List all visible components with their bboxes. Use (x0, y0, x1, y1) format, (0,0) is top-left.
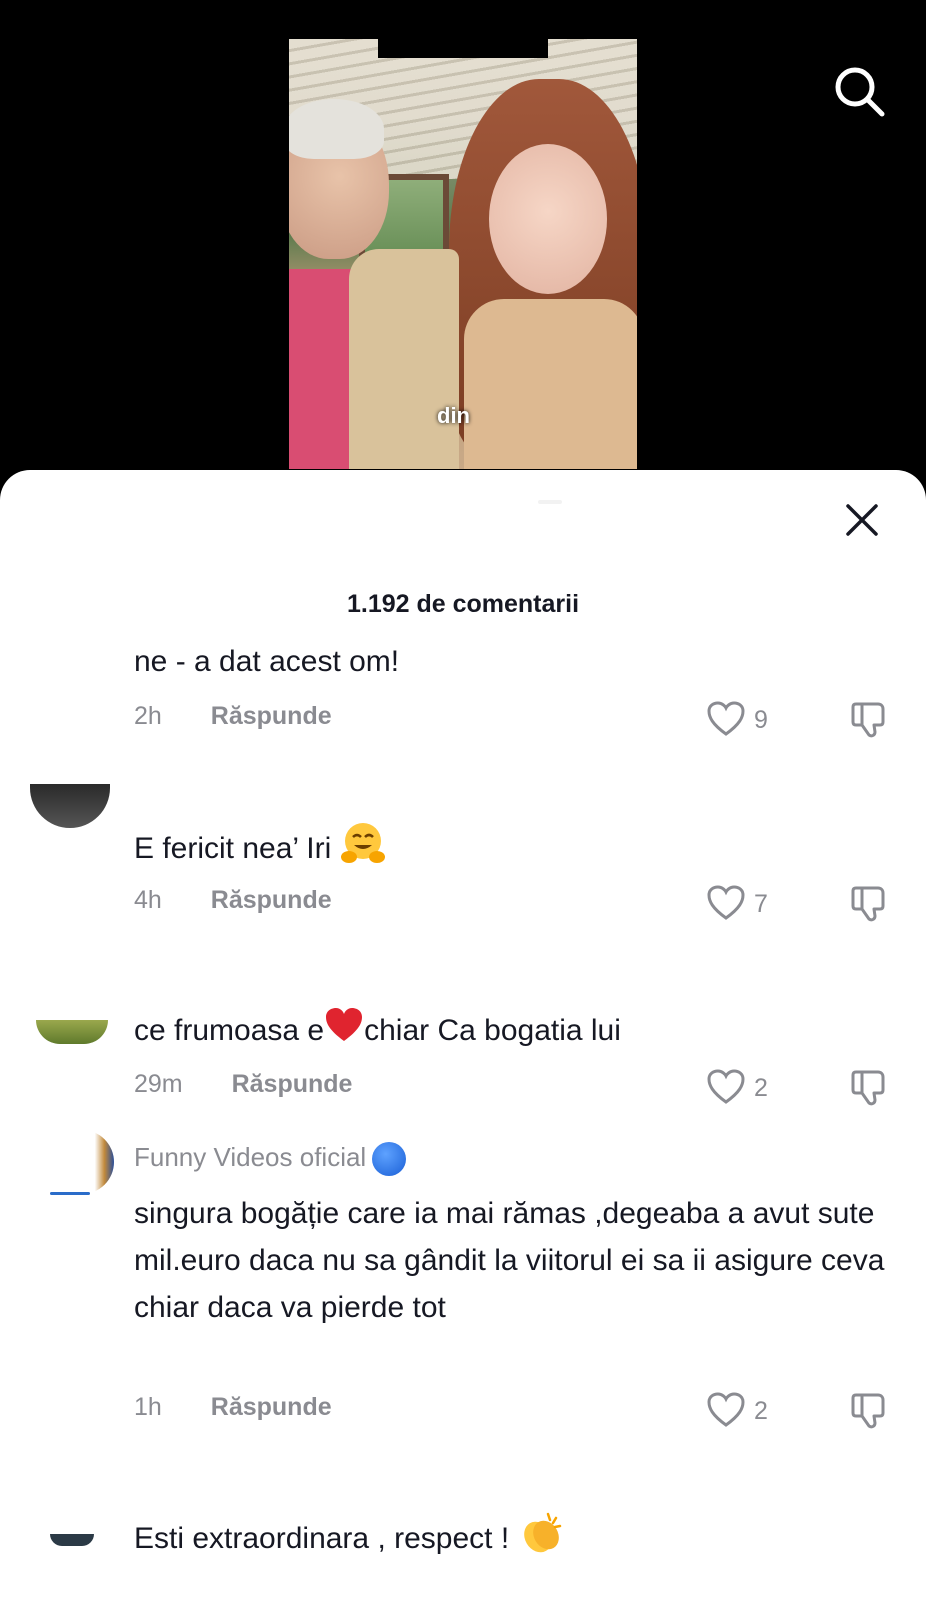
close-button[interactable] (842, 500, 882, 540)
woman-face (489, 144, 607, 294)
video-player[interactable]: din (0, 0, 926, 480)
like-count: 2 (754, 1397, 768, 1425)
comment-username[interactable]: Funny Videos oficial (134, 1142, 366, 1172)
like-button[interactable]: 2 (706, 1391, 786, 1431)
like-button[interactable]: 9 (706, 700, 786, 740)
search-icon (835, 67, 885, 117)
reply-button[interactable]: Răspunde (211, 1393, 332, 1422)
comment-item: Esti extraordinara , respect ! (0, 1500, 926, 1600)
dislike-button[interactable] (848, 882, 892, 926)
reply-button[interactable]: Răspunde (211, 886, 332, 915)
sheet-handle[interactable] (538, 500, 562, 504)
like-count: 7 (754, 890, 768, 918)
thumbs-down-icon (851, 1393, 885, 1429)
comment-meta: 29m Răspunde (134, 1070, 352, 1099)
avatar[interactable] (50, 1534, 94, 1546)
comment-time: 29m (134, 1070, 183, 1098)
reply-button[interactable]: Răspunde (211, 702, 332, 731)
comment-username-row: Funny Videos oficial (134, 1142, 407, 1177)
comment-meta: 2h Răspunde (134, 702, 332, 731)
video-caption: din (437, 403, 470, 428)
comment-time: 2h (134, 702, 162, 730)
comment-meta: 4h Răspunde (134, 886, 332, 915)
comment-text-end: chiar Ca bogatia lui (364, 1013, 621, 1047)
man-jacket (349, 249, 459, 469)
comment-text-row: ce frumoasa e chiar Ca bogatia lui (134, 1006, 904, 1058)
reply-button[interactable]: Răspunde (232, 1070, 353, 1099)
comments-sheet: 1.192 de comentarii ne - a dat acest om!… (0, 470, 926, 1600)
woman-coat (464, 299, 637, 469)
heart-outline-icon (707, 1392, 745, 1427)
heart-outline-icon (707, 701, 745, 736)
comment-meta: 1h Răspunde (134, 1393, 332, 1422)
comment-time: 1h (134, 1393, 162, 1421)
like-button[interactable]: 2 (706, 1068, 786, 1108)
close-icon (846, 504, 878, 536)
dislike-button[interactable] (848, 1066, 892, 1110)
comment-text-row: Esti extraordinara , respect ! (134, 1510, 904, 1570)
like-count: 9 (754, 706, 768, 734)
comment-text: ne - a dat acest om! (134, 645, 400, 678)
comment-item: E fericit nea’ Iri 4h Răspunde 7 (0, 784, 926, 970)
comments-count-title: 1.192 de comentarii (346, 590, 580, 618)
avatar[interactable] (50, 1130, 114, 1194)
comment-item: Funny Videos oficial singura bogăție car… (0, 1130, 926, 1440)
hugging-face-icon (340, 820, 386, 880)
dislike-button[interactable] (848, 698, 892, 742)
thumbs-down-icon (851, 886, 885, 922)
like-count: 2 (754, 1074, 768, 1102)
comment-item: ce frumoasa e chiar Ca bogatia lui 29m Ră… (0, 1000, 926, 1130)
avatar-underline (50, 1192, 90, 1195)
thumbs-down-icon (851, 702, 885, 738)
search-button[interactable] (830, 62, 890, 122)
red-heart-icon (324, 1006, 364, 1058)
comment-text: singura bogăție care ia mai rămas ,degea… (134, 1197, 885, 1324)
thumbs-down-icon (851, 1070, 885, 1106)
blue-circle-icon (372, 1142, 407, 1177)
man-hair (289, 99, 384, 159)
like-button[interactable]: 7 (706, 884, 786, 924)
comment-time: 4h (134, 886, 162, 914)
comment-text-row: E fericit nea’ Iri (134, 820, 904, 880)
avatar[interactable] (36, 1020, 108, 1044)
clapping-hands-icon (518, 1510, 564, 1570)
dislike-button[interactable] (848, 1389, 892, 1433)
redaction-bar (378, 38, 548, 58)
heart-outline-icon (707, 885, 745, 920)
video-thumbnail[interactable]: din (289, 39, 637, 469)
comment-item: ne - a dat acest om! 2h Răspunde 9 (0, 630, 926, 780)
comment-text: E fericit nea’ Iri (134, 831, 332, 865)
comment-text: Esti extraordinara , respect ! (134, 1521, 510, 1555)
comment-text-start: ce frumoasa e (134, 1013, 325, 1047)
avatar[interactable] (30, 784, 110, 828)
heart-outline-icon (707, 1069, 745, 1104)
